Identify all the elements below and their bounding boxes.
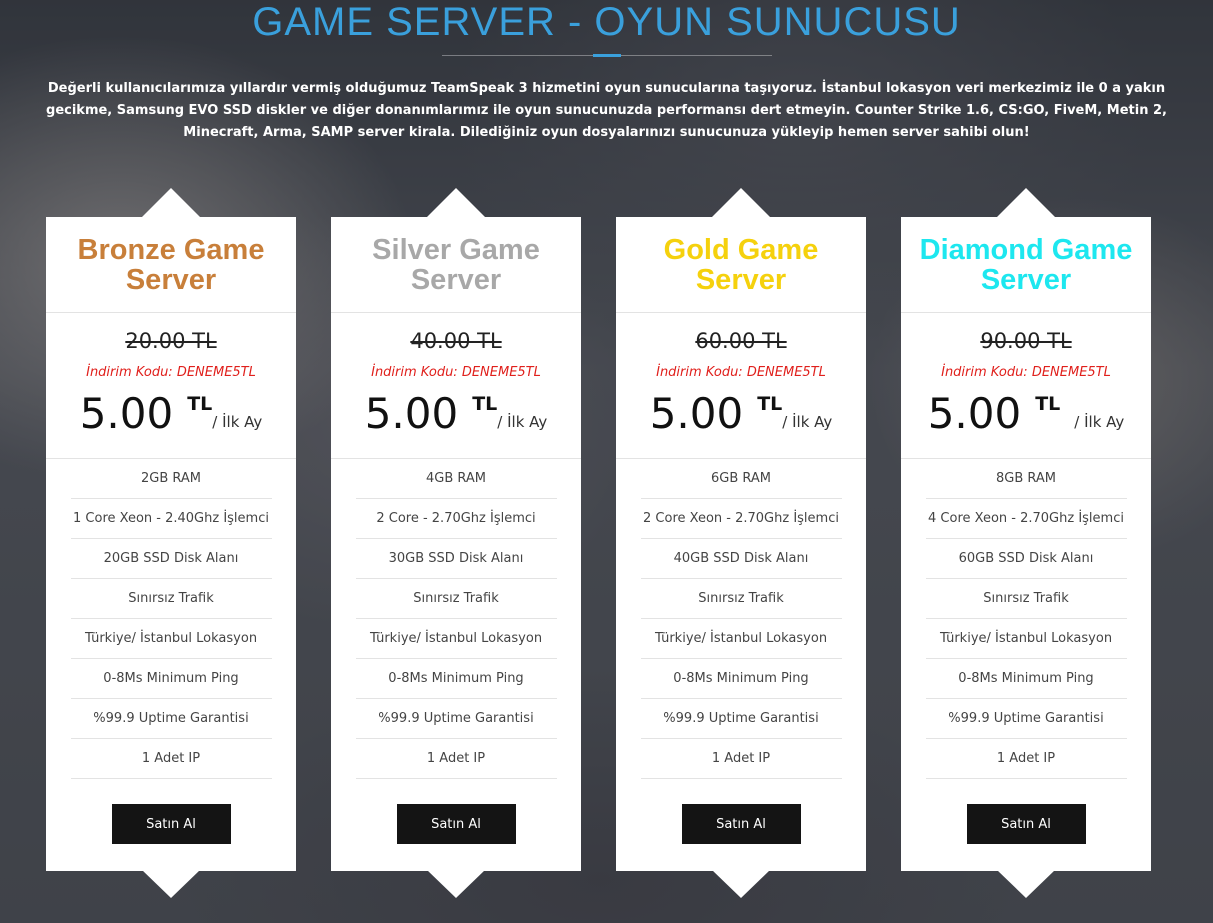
- title-divider: [441, 54, 772, 57]
- card-notch-bottom: [997, 870, 1055, 898]
- feature-item: 0-8Ms Minimum Ping: [70, 659, 272, 699]
- price-period: / İlk Ay: [1074, 413, 1125, 431]
- plan-name: Bronze Game Server: [46, 217, 296, 313]
- plan-name: Silver Game Server: [331, 217, 581, 313]
- feature-item: 1 Adet IP: [925, 739, 1127, 779]
- price-period: / İlk Ay: [782, 413, 833, 431]
- price-amount: 5.00: [649, 389, 744, 438]
- discount-code: İndirim Kodu: DENEME5TL: [86, 365, 256, 380]
- price-block: 40.00 TL İndirim Kodu: DENEME5TL 5.00 TL/…: [331, 313, 581, 459]
- card-notch-top: [426, 188, 486, 218]
- feature-list: 2GB RAM 1 Core Xeon - 2.40Ghz İşlemci 20…: [70, 459, 272, 779]
- feature-item: %99.9 Uptime Garantisi: [925, 699, 1127, 739]
- card-notch-top: [996, 188, 1056, 218]
- plan-card-bronze: Bronze Game Server 20.00 TL İndirim Kodu…: [46, 188, 296, 898]
- feature-item: %99.9 Uptime Garantisi: [355, 699, 557, 739]
- feature-item: 2 Core Xeon - 2.70Ghz İşlemci: [640, 499, 842, 539]
- price-period: / İlk Ay: [212, 413, 263, 431]
- price-block: 20.00 TL İndirim Kodu: DENEME5TL 5.00 TL/…: [46, 313, 296, 459]
- feature-item: 4GB RAM: [355, 459, 557, 499]
- card-notch-bottom: [712, 870, 770, 898]
- price-block: 60.00 TL İndirim Kodu: DENEME5TL 5.00 TL/…: [616, 313, 866, 459]
- feature-list: 8GB RAM 4 Core Xeon - 2.70Ghz İşlemci 60…: [925, 459, 1127, 779]
- buy-button[interactable]: Satın Al: [111, 804, 231, 844]
- feature-item: 60GB SSD Disk Alanı: [925, 539, 1127, 579]
- feature-item: 0-8Ms Minimum Ping: [640, 659, 842, 699]
- feature-item: Türkiye/ İstanbul Lokasyon: [70, 619, 272, 659]
- feature-item: Türkiye/ İstanbul Lokasyon: [640, 619, 842, 659]
- card-notch-bottom: [427, 870, 485, 898]
- old-price: 40.00 TL: [410, 329, 502, 353]
- plan-name: Gold Game Server: [616, 217, 866, 313]
- feature-item: 8GB RAM: [925, 459, 1127, 499]
- feature-item: 4 Core Xeon - 2.70Ghz İşlemci: [925, 499, 1127, 539]
- plan-card-diamond: Diamond Game Server 90.00 TL İndirim Kod…: [901, 188, 1151, 898]
- price-period: / İlk Ay: [497, 413, 548, 431]
- discount-code: İndirim Kodu: DENEME5TL: [371, 365, 541, 380]
- page-title: GAME SERVER - OYUN SUNUCUSU: [252, 0, 961, 44]
- price-amount: 5.00: [79, 389, 174, 438]
- feature-item: Sınırsız Trafik: [925, 579, 1127, 619]
- old-price: 20.00 TL: [125, 329, 217, 353]
- feature-item: 2GB RAM: [70, 459, 272, 499]
- feature-item: %99.9 Uptime Garantisi: [640, 699, 842, 739]
- feature-item: Sınırsız Trafik: [355, 579, 557, 619]
- card-notch-top: [141, 188, 201, 218]
- feature-item: 30GB SSD Disk Alanı: [355, 539, 557, 579]
- price-block: 90.00 TL İndirim Kodu: DENEME5TL 5.00 TL /…: [901, 313, 1151, 459]
- feature-item: 0-8Ms Minimum Ping: [925, 659, 1127, 699]
- price-currency: TL: [1035, 393, 1061, 415]
- feature-item: %99.9 Uptime Garantisi: [70, 699, 272, 739]
- feature-item: 1 Core Xeon - 2.40Ghz İşlemci: [70, 499, 272, 539]
- price-amount: 5.00: [927, 389, 1022, 438]
- feature-item: 20GB SSD Disk Alanı: [70, 539, 272, 579]
- discount-code: İndirim Kodu: DENEME5TL: [656, 365, 826, 380]
- current-price: 5.00 TL/ İlk Ay: [331, 387, 581, 441]
- price-amount: 5.00: [364, 389, 459, 438]
- feature-item: Sınırsız Trafik: [70, 579, 272, 619]
- price-currency: TL: [472, 393, 498, 415]
- feature-item: 40GB SSD Disk Alanı: [640, 539, 842, 579]
- buy-button[interactable]: Satın Al: [681, 804, 801, 844]
- feature-item: 1 Adet IP: [355, 739, 557, 779]
- feature-item: 6GB RAM: [640, 459, 842, 499]
- current-price: 5.00 TL/ İlk Ay: [46, 387, 296, 441]
- buy-button[interactable]: Satın Al: [966, 804, 1086, 844]
- feature-list: 4GB RAM 2 Core - 2.70Ghz İşlemci 30GB SS…: [355, 459, 557, 779]
- feature-item: Sınırsız Trafik: [640, 579, 842, 619]
- discount-code: İndirim Kodu: DENEME5TL: [941, 365, 1111, 380]
- price-currency: TL: [187, 393, 213, 415]
- current-price: 5.00 TL / İlk Ay: [901, 387, 1151, 441]
- title-divider-accent: [592, 54, 621, 57]
- current-price: 5.00 TL/ İlk Ay: [616, 387, 866, 441]
- plan-name: Diamond Game Server: [901, 217, 1151, 313]
- feature-item: 1 Adet IP: [70, 739, 272, 779]
- plan-card-silver: Silver Game Server 40.00 TL İndirim Kodu…: [331, 188, 581, 898]
- feature-item: 1 Adet IP: [640, 739, 842, 779]
- feature-item: 0-8Ms Minimum Ping: [355, 659, 557, 699]
- old-price: 90.00 TL: [980, 329, 1072, 353]
- intro-text: Değerli kullanıcılarımıza yıllardır verm…: [46, 81, 1167, 140]
- plan-card-gold: Gold Game Server 60.00 TL İndirim Kodu: …: [616, 188, 866, 898]
- feature-item: Türkiye/ İstanbul Lokasyon: [355, 619, 557, 659]
- feature-item: Türkiye/ İstanbul Lokasyon: [925, 619, 1127, 659]
- section-header: GAME SERVER - OYUN SUNUCUSU Değerli kull…: [0, 0, 1213, 144]
- card-notch-top: [711, 188, 771, 218]
- feature-item: 2 Core - 2.70Ghz İşlemci: [355, 499, 557, 539]
- feature-list: 6GB RAM 2 Core Xeon - 2.70Ghz İşlemci 40…: [640, 459, 842, 779]
- price-currency: TL: [757, 393, 783, 415]
- old-price: 60.00 TL: [695, 329, 787, 353]
- card-notch-bottom: [142, 870, 200, 898]
- buy-button[interactable]: Satın Al: [396, 804, 516, 844]
